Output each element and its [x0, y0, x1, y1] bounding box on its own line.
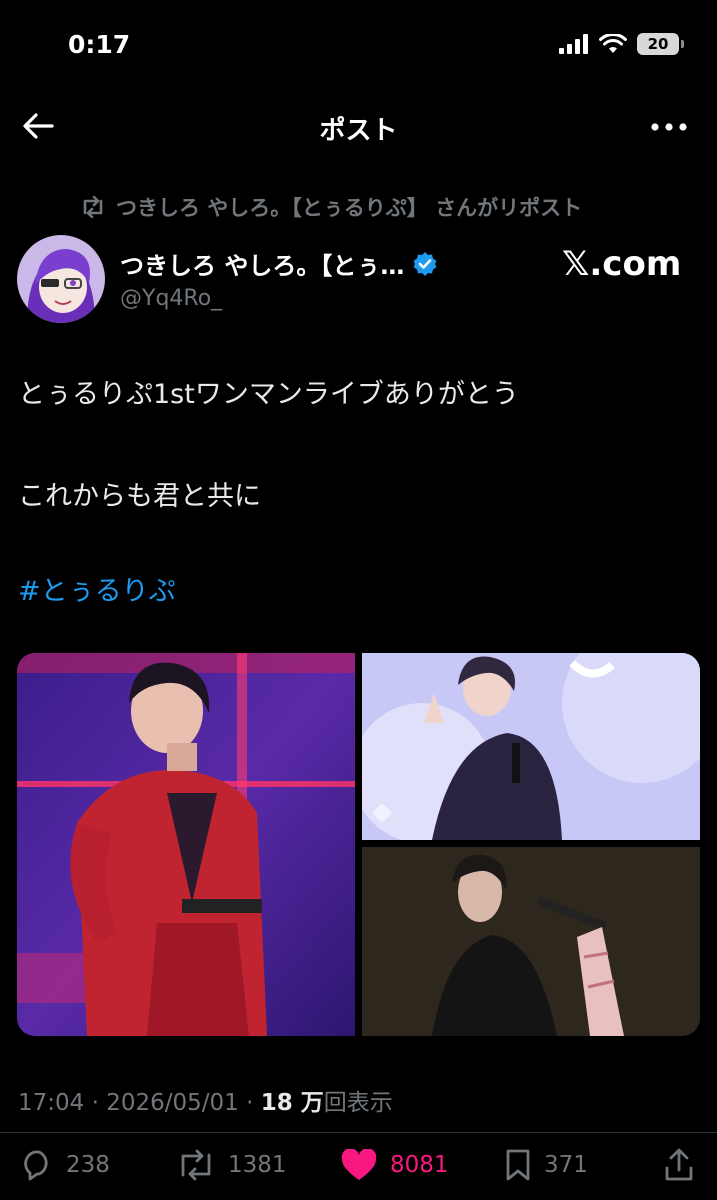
repost-icon	[83, 196, 103, 218]
wifi-icon	[599, 34, 627, 53]
heart-icon	[341, 1149, 377, 1180]
bookmark-button[interactable]: 371	[504, 1145, 588, 1185]
signal-icon	[559, 34, 588, 54]
page-title: ポスト	[319, 116, 398, 146]
verified-badge-icon	[413, 251, 437, 276]
author-name[interactable]: つきしろ やしろ。【とぅ…	[120, 246, 438, 281]
photo-3-image	[362, 847, 700, 1036]
more-icon	[651, 123, 687, 131]
repost-button[interactable]: 1381	[176, 1145, 287, 1185]
divider	[0, 1132, 717, 1133]
share-icon	[665, 1148, 693, 1181]
photo-3[interactable]	[362, 847, 700, 1036]
watermark: 𝕏.com	[562, 244, 682, 284]
avatar[interactable]	[17, 235, 105, 323]
avatar-illustration	[17, 235, 105, 323]
post-time: 17:04	[18, 1090, 85, 1116]
photo-1-image	[17, 653, 355, 1036]
reply-button[interactable]: 238	[20, 1145, 110, 1185]
photo-1[interactable]	[17, 653, 355, 1036]
repost-count: 1381	[228, 1152, 287, 1178]
bookmark-count: 371	[544, 1152, 588, 1178]
like-count: 8081	[390, 1152, 449, 1178]
author-name-text: つきしろ やしろ。【とぅ…	[120, 252, 405, 280]
author-handle[interactable]: @Yq4Ro_	[120, 286, 222, 311]
reply-count: 238	[66, 1152, 110, 1178]
post-line-1: とぅるりぷ1stワンマンライブありがとう	[18, 379, 519, 410]
battery-icon: 20	[637, 33, 684, 55]
share-button[interactable]	[664, 1145, 694, 1185]
status-time: 0:17	[68, 30, 131, 59]
repost-text: つきしろ やしろ。【とぅるりぷ】 さんがリポスト	[116, 196, 583, 220]
status-icons: 20	[559, 33, 684, 55]
like-button[interactable]: 8081	[340, 1145, 449, 1185]
photo-2[interactable]	[352, 653, 700, 843]
media-grid	[17, 653, 700, 1036]
post-line-2: これからも君と共に	[18, 481, 261, 512]
view-count: 18 万	[260, 1090, 324, 1116]
photo-2-image	[352, 653, 700, 843]
battery-level: 20	[647, 35, 669, 53]
post-date: 2026/05/01	[106, 1090, 239, 1116]
repost-indicator[interactable]: つきしろ やしろ。【とぅるりぷ】 さんがリポスト	[80, 192, 582, 222]
post-meta: 17:04 · 2026/05/01 · 18 万回表示	[18, 1090, 393, 1116]
more-options-button[interactable]	[649, 112, 689, 142]
repost-action-icon	[181, 1149, 211, 1181]
reply-icon	[24, 1150, 48, 1181]
hashtag-link[interactable]: #とぅるりぷ	[18, 569, 176, 608]
bookmark-icon	[506, 1149, 530, 1181]
view-label: 回表示	[323, 1090, 393, 1116]
